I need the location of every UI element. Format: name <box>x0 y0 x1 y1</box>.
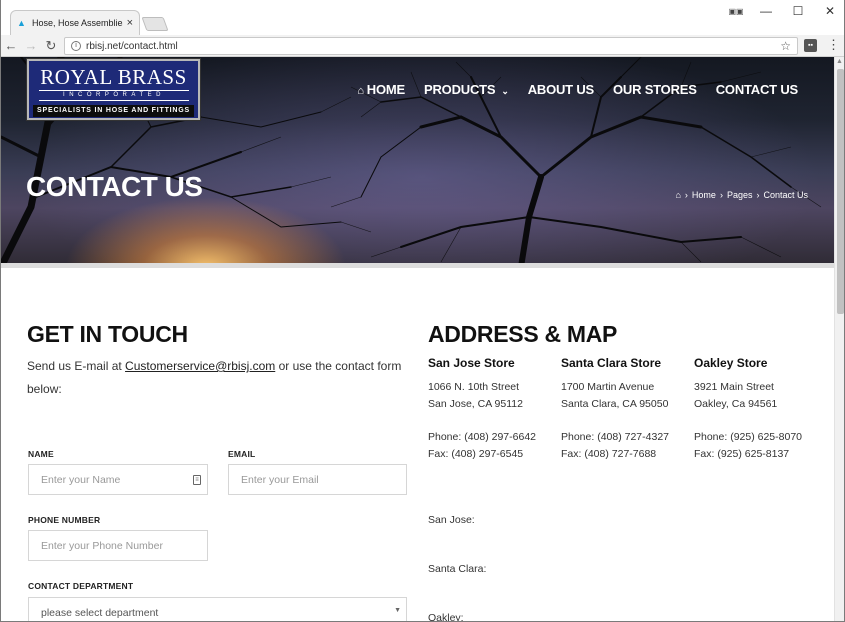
phone-placeholder: Enter your Phone Number <box>41 539 163 552</box>
intro-text-start: Send us E-mail at <box>27 359 126 373</box>
main-navigation: ⌂ HOME PRODUCTS ⌄ ABOUT US OUR STORES CONT… <box>338 82 798 97</box>
reload-button[interactable]: ↻ <box>41 38 61 54</box>
email-input[interactable]: Enter your Email <box>228 464 407 495</box>
address-bar[interactable]: i rbisj.net/contact.html ☆ <box>64 37 798 55</box>
breadcrumb-separator-icon: › <box>719 190 723 200</box>
name-input[interactable]: Enter your Name ≡ <box>28 464 208 495</box>
scrollbar-thumb[interactable] <box>837 69 844 314</box>
url-text: rbisj.net/contact.html <box>86 40 178 52</box>
extension-icon[interactable]: ▪▪ <box>804 39 817 52</box>
chevron-down-icon: ⌄ <box>501 86 509 96</box>
breadcrumb-current: Contact Us <box>763 190 808 200</box>
store-city: Oakley, Ca 94561 <box>694 398 778 410</box>
nav-products[interactable]: PRODUCTS ⌄ <box>424 82 509 97</box>
email-placeholder: Enter your Email <box>241 473 319 486</box>
breadcrumb-home[interactable]: Home <box>692 190 716 200</box>
department-select[interactable]: please select department ▼ <box>28 597 407 621</box>
store-phone: Phone: (408) 727-4327 <box>561 431 669 443</box>
browser-tab[interactable]: ▲ Hose, Hose Assemblies, F × <box>10 10 140 35</box>
browser-toolbar: ← → ↻ i rbisj.net/contact.html ☆ ▪▪ ⋮ <box>1 35 844 57</box>
name-label: NAME <box>28 449 54 459</box>
department-label: CONTACT DEPARTMENT <box>28 581 134 591</box>
store-santa-clara: Santa Clara Store 1700 Martin Avenue San… <box>561 355 669 463</box>
email-label: EMAIL <box>228 449 256 459</box>
store-oakley: Oakley Store 3921 Main Street Oakley, Ca… <box>694 355 802 463</box>
browser-menu-icon[interactable]: ⋮ <box>827 37 840 53</box>
nav-home-label: HOME <box>366 82 405 97</box>
customer-service-email-link[interactable]: Customerservice@rbisj.com <box>125 359 275 373</box>
store-street: 1700 Martin Avenue <box>561 381 655 393</box>
nav-contact-us[interactable]: CONTACT US <box>716 82 798 97</box>
store-fax: Fax: (408) 297-6545 <box>428 448 524 460</box>
royal-brass-logo[interactable]: ROYAL BRASS INCORPORATED SPECIALISTS IN … <box>27 59 200 120</box>
new-tab-button[interactable] <box>141 17 169 31</box>
nav-about-us[interactable]: ABOUT US <box>528 82 594 97</box>
contact-card-icon: ≡ <box>193 475 201 485</box>
phone-label: PHONE NUMBER <box>28 515 101 525</box>
map-label-santa-clara: Santa Clara: <box>428 563 487 575</box>
store-street: 1066 N. 10th Street <box>428 381 520 393</box>
get-in-touch-section: GET IN TOUCH Send us E-mail at Customers… <box>27 321 407 401</box>
breadcrumb: ⌂ › Home › Pages › Contact Us <box>671 190 808 200</box>
tab-title: Hose, Hose Assemblies, F <box>32 18 123 28</box>
map-label-san-jose: San Jose: <box>428 514 475 526</box>
store-san-jose: San Jose Store 1066 N. 10th Street San J… <box>428 355 536 463</box>
hero-divider <box>1 263 834 268</box>
store-name: Santa Clara Store <box>561 356 662 370</box>
site-info-icon[interactable]: i <box>71 41 81 51</box>
hero-banner: ROYAL BRASS INCORPORATED SPECIALISTS IN … <box>1 57 834 267</box>
nav-products-label: PRODUCTS <box>424 82 496 97</box>
store-city: Santa Clara, CA 95050 <box>561 398 669 410</box>
breadcrumb-home-icon[interactable]: ⌂ <box>675 190 680 200</box>
nav-our-stores[interactable]: OUR STORES <box>613 82 697 97</box>
scroll-up-icon[interactable]: ▲ <box>836 58 843 65</box>
bookmark-star-icon[interactable]: ☆ <box>780 39 791 53</box>
tab-strip: ▲ Hose, Hose Assemblies, F × ▣▣ — ☐ ✕ <box>1 0 844 35</box>
forward-button[interactable]: → <box>21 38 41 53</box>
store-street: 3921 Main Street <box>694 381 774 393</box>
store-name: Oakley Store <box>694 356 768 370</box>
store-fax: Fax: (925) 625-8137 <box>694 448 790 460</box>
maximize-button[interactable]: ☐ <box>782 4 814 18</box>
tab-close-icon[interactable]: × <box>127 17 133 29</box>
store-name: San Jose Store <box>428 356 515 370</box>
browser-window: ▲ Hose, Hose Assemblies, F × ▣▣ — ☐ ✕ ← … <box>0 0 845 622</box>
page-viewport: ROYAL BRASS INCORPORATED SPECIALISTS IN … <box>1 57 834 622</box>
get-in-touch-heading: GET IN TOUCH <box>27 321 188 347</box>
store-phone: Phone: (408) 297-6642 <box>428 431 536 443</box>
map-label-oakley: Oakley: <box>428 612 464 622</box>
contact-intro-text: Send us E-mail at Customerservice@rbisj.… <box>27 355 407 401</box>
name-placeholder: Enter your Name <box>41 473 121 486</box>
logo-incorporated: INCORPORATED <box>39 90 189 101</box>
store-city: San Jose, CA 95112 <box>428 398 523 410</box>
page-title: CONTACT US <box>26 171 203 202</box>
page-scrollbar[interactable]: ▲ <box>834 57 844 621</box>
store-fax: Fax: (408) 727-7688 <box>561 448 657 460</box>
profile-icon[interactable]: ▣▣ <box>722 7 750 16</box>
site-favicon-icon: ▲ <box>17 18 26 28</box>
nav-home[interactable]: ⌂ HOME <box>357 82 405 97</box>
breadcrumb-pages[interactable]: Pages <box>727 190 753 200</box>
address-map-section: ADDRESS & MAP <box>428 321 828 348</box>
back-button[interactable]: ← <box>1 38 21 53</box>
logo-name: ROYAL BRASS <box>40 65 187 89</box>
department-selected-value: please select department <box>41 606 159 619</box>
chevron-down-icon: ▼ <box>394 607 401 614</box>
store-phone: Phone: (925) 625-8070 <box>694 431 802 443</box>
breadcrumb-separator-icon: › <box>684 190 688 200</box>
breadcrumb-separator-icon: › <box>756 190 760 200</box>
logo-tagline: SPECIALISTS IN HOSE AND FITTINGS <box>33 105 194 117</box>
window-controls: ▣▣ — ☐ ✕ <box>722 0 844 22</box>
address-map-heading: ADDRESS & MAP <box>428 321 618 347</box>
close-window-button[interactable]: ✕ <box>814 4 844 18</box>
minimize-button[interactable]: — <box>750 4 782 18</box>
home-icon: ⌂ <box>357 85 364 97</box>
phone-input[interactable]: Enter your Phone Number <box>28 530 208 561</box>
